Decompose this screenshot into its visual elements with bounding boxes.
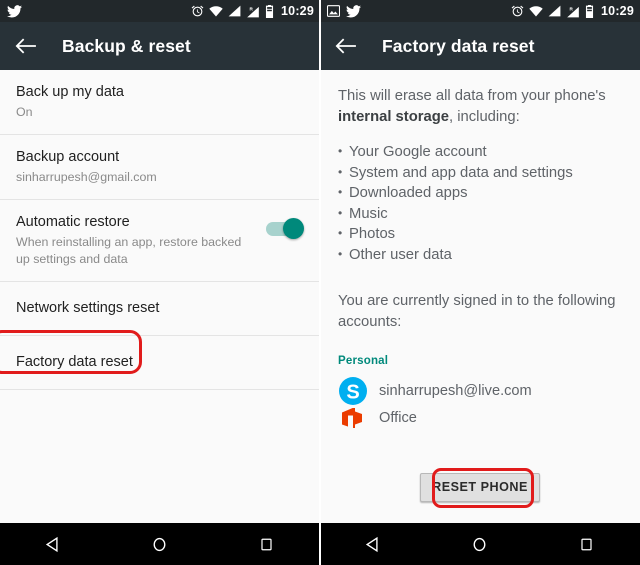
back-arrow-icon[interactable]	[13, 33, 39, 59]
list-item-title: Network settings reset	[16, 300, 160, 316]
signal-roaming-icon: R	[566, 5, 580, 18]
nav-recents-icon[interactable]	[565, 523, 609, 565]
list-item: Downloaded apps	[338, 182, 622, 204]
wifi-icon	[529, 5, 543, 17]
svg-text:R: R	[570, 6, 574, 11]
status-bar-system-icons: R 10:29	[511, 4, 634, 18]
list-item: Other user data	[338, 244, 622, 266]
twitter-icon	[346, 4, 361, 18]
nav-recents-icon[interactable]	[245, 523, 289, 565]
screenshot-icon	[327, 5, 340, 17]
accounts-group-label: Personal	[338, 355, 389, 367]
signed-in-note: You are currently signed in to the follo…	[338, 293, 616, 330]
app-bar: Factory data reset	[320, 22, 640, 70]
status-bar-system-icons: R 10:29	[191, 4, 314, 18]
screenshot-root: R 10:29 Backup & reset Back up my data O…	[0, 0, 640, 565]
status-bar: R 10:29	[0, 0, 320, 22]
list-item-network-settings-reset[interactable]: Network settings reset	[0, 282, 320, 336]
toggle-knob	[283, 218, 304, 239]
list-item: Your Google account	[338, 141, 622, 163]
alarm-icon	[511, 5, 524, 18]
warning-bold-internal-storage: internal storage	[338, 109, 450, 125]
account-row-office[interactable]: Office	[338, 408, 622, 428]
reset-phone-button-container: RESET PHONE	[320, 473, 640, 502]
list-item-subtitle: When reinstalling an app, restore backed…	[16, 235, 242, 266]
navigation-bar	[0, 523, 320, 565]
twitter-icon	[7, 4, 22, 18]
list-item-back-up-my-data[interactable]: Back up my data On	[0, 70, 320, 135]
account-email: sinharrupesh@live.com	[379, 383, 532, 399]
warning-lead-before: This will erase all data from your phone…	[338, 88, 606, 104]
status-bar-notifications	[7, 4, 191, 18]
nav-back-icon[interactable]	[31, 523, 75, 565]
status-bar-notifications	[327, 4, 511, 18]
office-icon	[338, 408, 368, 428]
svg-text:S: S	[346, 382, 359, 404]
nav-home-icon[interactable]	[458, 523, 502, 565]
account-row-skype[interactable]: S sinharrupesh@live.com	[338, 376, 622, 406]
signal-icon	[548, 5, 561, 17]
account-name: Office	[379, 410, 417, 426]
page-title: Factory data reset	[382, 35, 535, 56]
list-item-subtitle: On	[16, 105, 33, 119]
list-item-title: Factory data reset	[16, 354, 133, 370]
nav-back-icon[interactable]	[351, 523, 395, 565]
list-item-subtitle: sinharrupesh@gmail.com	[16, 170, 157, 184]
battery-icon	[585, 4, 594, 18]
page-title: Backup & reset	[62, 35, 191, 56]
list-item-title: Automatic restore	[16, 214, 130, 230]
navigation-bar	[320, 523, 640, 565]
wifi-icon	[209, 5, 223, 17]
battery-icon	[265, 4, 274, 18]
list-item-factory-data-reset[interactable]: Factory data reset	[0, 336, 320, 390]
list-item-title: Backup account	[16, 149, 120, 165]
list-item: Photos	[338, 223, 622, 245]
panel-divider	[319, 0, 321, 565]
list-item-backup-account[interactable]: Backup account sinharrupesh@gmail.com	[0, 135, 320, 200]
alarm-icon	[191, 5, 204, 18]
phone-screen-factory-data-reset: R 10:29 Factory data reset This will era…	[320, 0, 640, 565]
warning-content: This will erase all data from your phone…	[320, 70, 640, 428]
settings-list: Back up my data On Backup account sinhar…	[0, 70, 320, 390]
app-bar: Backup & reset	[0, 22, 320, 70]
status-bar-clock: 10:29	[281, 4, 314, 18]
erase-items-list: Your Google account System and app data …	[338, 141, 622, 266]
list-item-automatic-restore[interactable]: Automatic restore When reinstalling an a…	[0, 200, 320, 282]
list-item-title: Back up my data	[16, 84, 124, 100]
phone-screen-backup-reset: R 10:29 Backup & reset Back up my data O…	[0, 0, 320, 565]
status-bar: R 10:29	[320, 0, 640, 22]
automatic-restore-toggle[interactable]	[266, 218, 304, 239]
signal-icon	[228, 5, 241, 17]
nav-home-icon[interactable]	[138, 523, 182, 565]
reset-phone-button[interactable]: RESET PHONE	[420, 473, 540, 502]
warning-lead-after: , including:	[449, 109, 520, 125]
signal-roaming-icon: R	[246, 5, 260, 18]
back-arrow-icon[interactable]	[333, 33, 359, 59]
erase-warning-text: This will erase all data from your phone…	[338, 86, 622, 128]
skype-icon: S	[338, 376, 368, 406]
list-item: Music	[338, 203, 622, 225]
list-item: System and app data and settings	[338, 162, 622, 184]
status-bar-clock: 10:29	[601, 4, 634, 18]
svg-text:R: R	[250, 6, 254, 11]
